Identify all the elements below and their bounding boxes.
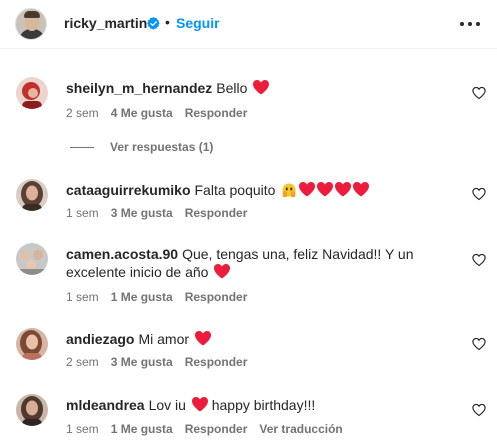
comment-text: mldeandrea Lov iu happy birthday!!!	[66, 396, 446, 414]
red-heart-emoji	[191, 397, 208, 412]
commenter-username[interactable]: mldeandrea	[66, 397, 145, 413]
commenter-avatar[interactable]	[16, 328, 48, 360]
likes-count[interactable]: 4 Me gusta	[111, 106, 173, 120]
reply-button[interactable]: Responder	[185, 422, 248, 436]
commenter-username[interactable]: cataaguirrekumiko	[66, 182, 191, 198]
reply-button[interactable]: Responder	[185, 355, 248, 369]
comment-meta: 2 sem 3 Me gusta Responder	[66, 355, 247, 369]
commenter-avatar[interactable]	[16, 77, 48, 109]
commenter-username[interactable]: andiezago	[66, 331, 134, 347]
author-username[interactable]: ricky_martin	[64, 15, 147, 31]
verified-badge-icon	[147, 17, 160, 30]
heart-outline-icon[interactable]	[472, 253, 486, 267]
likes-count[interactable]: 1 Me gusta	[111, 422, 173, 436]
red-heart-emoji	[335, 182, 352, 197]
comment-body: Bello	[216, 80, 248, 96]
comment-text: andiezago Mi amor	[66, 330, 446, 348]
red-heart-emoji	[253, 80, 270, 95]
comment-meta: 1 sem 3 Me gusta Responder	[66, 206, 247, 220]
commenter-username[interactable]: sheilyn_m_hernandez	[66, 80, 212, 96]
heart-outline-icon[interactable]	[472, 187, 486, 201]
see-translation-button[interactable]: Ver traducción	[259, 422, 342, 436]
likes-count[interactable]: 1 Me gusta	[111, 290, 173, 304]
likes-count[interactable]: 3 Me gusta	[111, 355, 173, 369]
comment-time: 2 sem	[66, 355, 99, 369]
red-heart-emoji	[214, 264, 231, 279]
commenter-avatar[interactable]	[16, 243, 48, 275]
face-holding-back-tears-emoji	[282, 183, 296, 197]
comment-time: 1 sem	[66, 422, 99, 436]
commenter-username[interactable]: camen.acosta.90	[66, 246, 178, 262]
replies-divider	[70, 146, 94, 148]
post-header: ricky_martin • Seguir	[0, 0, 497, 49]
comment-body-continued: happy birthday!!!	[211, 397, 316, 413]
comment-time: 1 sem	[66, 290, 99, 304]
comment-time: 1 sem	[66, 206, 99, 220]
comment-meta: 1 sem 1 Me gusta Responder Ver traducció…	[66, 422, 343, 436]
reply-button[interactable]: Responder	[185, 106, 248, 120]
red-heart-emoji	[194, 331, 211, 346]
comment-body: Falta poquito	[194, 182, 276, 198]
more-options-icon[interactable]	[460, 15, 480, 33]
comment-meta: 1 sem 1 Me gusta Responder	[66, 290, 247, 304]
view-replies-button[interactable]: Ver respuestas (1)	[70, 140, 213, 154]
red-heart-emoji	[317, 182, 334, 197]
view-replies-label: Ver respuestas (1)	[110, 140, 214, 154]
reply-button[interactable]: Responder	[185, 206, 248, 220]
heart-outline-icon[interactable]	[472, 403, 486, 417]
commenter-avatar[interactable]	[16, 394, 48, 426]
red-heart-emoji	[353, 182, 370, 197]
comment-text: sheilyn_m_hernandez Bello	[66, 79, 446, 97]
comment-meta: 2 sem 4 Me gusta Responder	[66, 106, 247, 120]
comment-body: Mi amor	[138, 331, 190, 347]
heart-outline-icon[interactable]	[472, 337, 486, 351]
comment-body: Lov iu	[148, 397, 186, 413]
author-avatar[interactable]	[15, 8, 47, 40]
reply-button[interactable]: Responder	[185, 290, 248, 304]
heart-outline-icon[interactable]	[472, 86, 486, 100]
comment-text: camen.acosta.90 Que, tengas una, feliz Na…	[66, 245, 426, 281]
comment-time: 2 sem	[66, 106, 99, 120]
separator-dot: •	[165, 14, 170, 30]
likes-count[interactable]: 3 Me gusta	[111, 206, 173, 220]
comment-text: cataaguirrekumiko Falta poquito	[66, 181, 446, 199]
follow-button[interactable]: Seguir	[176, 15, 220, 31]
commenter-avatar[interactable]	[16, 179, 48, 211]
red-heart-emoji	[299, 182, 316, 197]
